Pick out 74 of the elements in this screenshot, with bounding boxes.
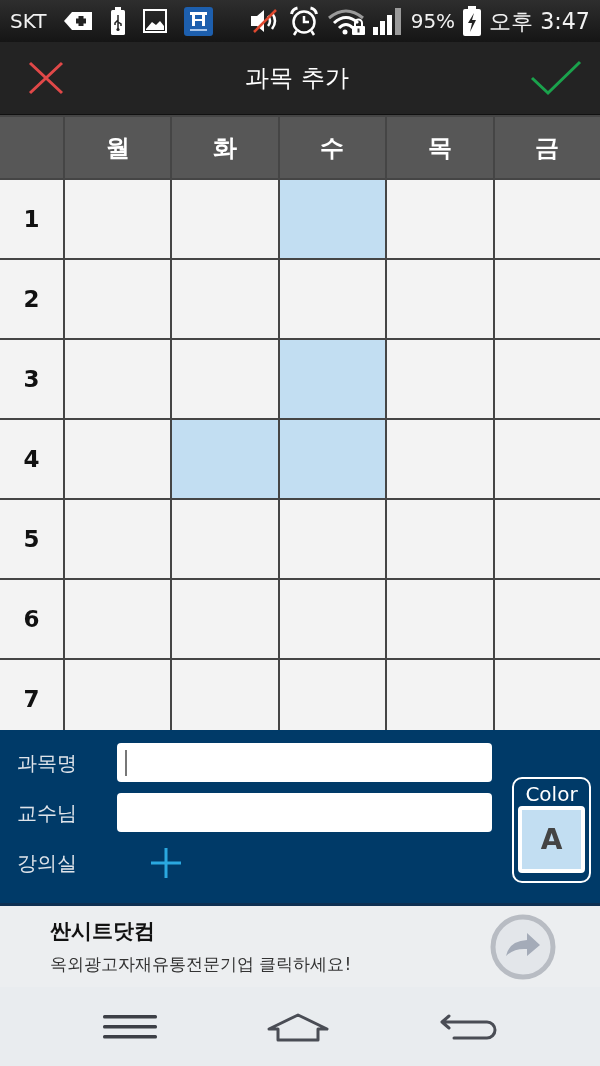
timetable-slot[interactable] xyxy=(279,500,386,578)
day-header: 금 xyxy=(494,117,600,178)
timetable-slot[interactable] xyxy=(387,340,493,418)
timetable-slot[interactable] xyxy=(172,660,278,730)
timetable-slot[interactable] xyxy=(387,420,493,498)
plus-tag-icon xyxy=(63,10,94,32)
timetable-slot[interactable] xyxy=(65,420,171,498)
timetable-slot[interactable] xyxy=(172,500,278,578)
timetable-slot[interactable] xyxy=(279,260,386,338)
screen-title: 과목 추가 xyxy=(245,63,349,94)
menu-icon[interactable] xyxy=(103,1013,157,1040)
close-icon[interactable] xyxy=(28,61,64,95)
timetable-slot[interactable] xyxy=(279,580,386,658)
timetable-slot[interactable] xyxy=(279,660,386,730)
timetable-slot[interactable] xyxy=(279,340,386,418)
color-label: Color xyxy=(525,782,578,806)
timetable-slot[interactable] xyxy=(65,660,171,730)
timetable-slot[interactable] xyxy=(387,180,493,258)
period-label: 5 xyxy=(0,500,63,578)
timetable-slot[interactable] xyxy=(279,420,386,498)
field-label: 과목명 xyxy=(17,749,78,777)
day-header: 수 xyxy=(279,117,386,178)
period-label: 4 xyxy=(0,420,63,498)
timetable-slot[interactable] xyxy=(65,340,171,418)
day-header: 월 xyxy=(65,117,171,178)
timetable-slot[interactable] xyxy=(387,660,493,730)
color-picker[interactable]: Color A xyxy=(512,777,591,883)
app-icon xyxy=(184,6,214,36)
timetable-slot[interactable] xyxy=(65,500,171,578)
ad-title: 싼시트닷컴 xyxy=(50,918,156,944)
timetable-slot[interactable] xyxy=(65,260,171,338)
color-swatch[interactable]: A xyxy=(518,806,585,873)
image-icon xyxy=(143,9,168,33)
timetable-slot[interactable] xyxy=(172,580,278,658)
home-icon[interactable] xyxy=(266,1011,330,1042)
clock-time: 오후 3:47 xyxy=(489,9,590,33)
field-label: 강의실 xyxy=(17,849,78,877)
timetable-slot[interactable] xyxy=(494,260,600,338)
timetable-slot[interactable] xyxy=(494,660,600,730)
timetable-slot[interactable] xyxy=(494,180,600,258)
check-icon[interactable] xyxy=(530,60,582,96)
day-header: 화 xyxy=(172,117,278,178)
timetable-slot[interactable] xyxy=(172,420,278,498)
timetable-slot[interactable] xyxy=(387,260,493,338)
timetable-slot[interactable] xyxy=(494,580,600,658)
input-field[interactable] xyxy=(117,793,492,832)
timetable-slot[interactable] xyxy=(387,580,493,658)
add-icon[interactable] xyxy=(150,846,182,879)
ad-text: 옥외광고자재유통전문기업 클릭하세요! xyxy=(50,953,352,975)
wifi-lock-icon xyxy=(326,7,365,35)
usb-battery-icon xyxy=(110,6,127,36)
timetable-slot[interactable] xyxy=(494,500,600,578)
period-label: 2 xyxy=(0,260,63,338)
period-label: 3 xyxy=(0,340,63,418)
input-field[interactable] xyxy=(117,743,492,782)
timetable-slot[interactable] xyxy=(65,580,171,658)
signal-bars-icon xyxy=(372,7,403,35)
charging-battery-icon xyxy=(463,6,482,36)
timetable-slot[interactable] xyxy=(494,420,600,498)
timetable-slot[interactable] xyxy=(387,500,493,578)
day-header: 목 xyxy=(387,117,493,178)
period-label: 1 xyxy=(0,180,63,258)
period-label: 7 xyxy=(0,660,63,730)
battery-percent: 95% xyxy=(410,11,456,31)
timetable-slot[interactable] xyxy=(172,180,278,258)
carrier-name: SKT xyxy=(10,11,47,31)
timetable-slot[interactable] xyxy=(172,260,278,338)
timetable-slot[interactable] xyxy=(65,180,171,258)
timetable-slot[interactable] xyxy=(279,180,386,258)
alarm-clock-icon xyxy=(288,6,319,36)
timetable-slot[interactable] xyxy=(494,340,600,418)
timetable-slot[interactable] xyxy=(172,340,278,418)
field-label: 교수님 xyxy=(17,799,78,827)
period-label: 6 xyxy=(0,580,63,658)
